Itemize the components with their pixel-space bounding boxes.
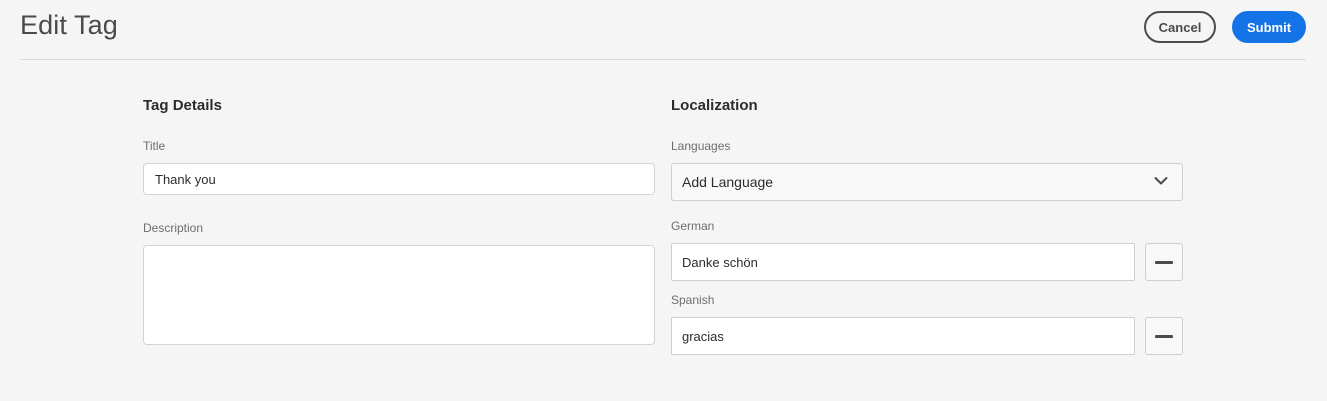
title-input[interactable]: Thank you [143, 163, 655, 195]
spanish-label: Spanish [671, 293, 715, 307]
title-label: Title [143, 139, 166, 153]
description-textarea[interactable] [143, 245, 655, 345]
tag-details-heading: Tag Details [143, 97, 222, 114]
german-label: German [671, 219, 715, 233]
page-title: Edit Tag [20, 10, 118, 40]
remove-spanish-button[interactable] [1145, 317, 1183, 355]
cancel-button[interactable]: Cancel [1144, 11, 1216, 43]
submit-button[interactable]: Submit [1232, 11, 1306, 43]
description-label: Description [143, 221, 204, 235]
chevron-down-icon [1154, 177, 1168, 185]
german-translation-input[interactable]: Danke schön [671, 243, 1135, 281]
languages-label: Languages [671, 139, 731, 153]
add-language-dropdown[interactable]: Add Language [671, 163, 1183, 201]
header-divider [20, 59, 1306, 60]
minus-icon [1155, 260, 1173, 264]
minus-icon [1155, 334, 1173, 338]
add-language-label: Add Language [682, 174, 774, 190]
spanish-translation-input[interactable]: gracias [671, 317, 1135, 355]
remove-german-button[interactable] [1145, 243, 1183, 281]
localization-heading: Localization [671, 97, 758, 114]
edit-tag-page: Edit Tag Cancel Submit Tag Details Title… [0, 0, 1327, 401]
